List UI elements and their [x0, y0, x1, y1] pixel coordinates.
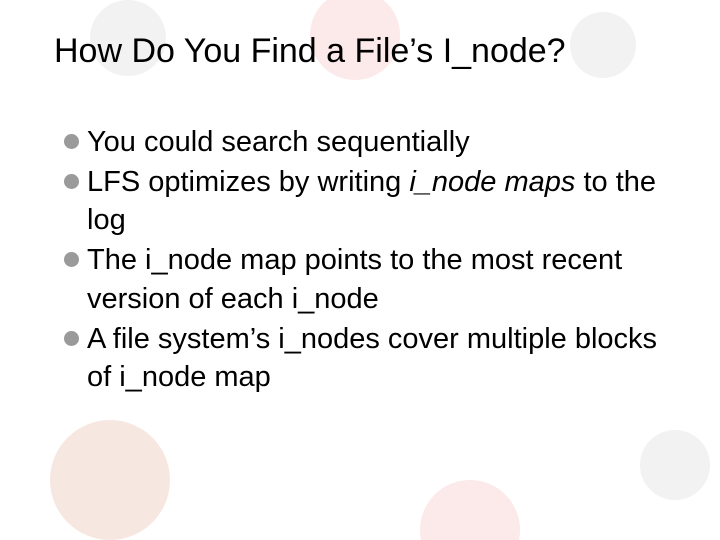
list-item-text: You could search sequentially	[87, 123, 670, 161]
list-item-text: The i_node map points to the most recent…	[87, 241, 670, 318]
list-item: The i_node map points to the most recent…	[64, 241, 670, 318]
bullet-icon	[64, 331, 79, 346]
list-item-text: LFS optimizes by writing i_node maps to …	[87, 163, 670, 240]
bg-circle-icon	[420, 480, 520, 540]
bg-circle-icon	[50, 420, 170, 540]
bullet-list: You could search sequentially LFS optimi…	[54, 123, 670, 397]
list-item: A file system’s i_nodes cover multiple b…	[64, 320, 670, 397]
bullet-icon	[64, 134, 79, 149]
list-item: LFS optimizes by writing i_node maps to …	[64, 163, 670, 240]
list-item-text: A file system’s i_nodes cover multiple b…	[87, 320, 670, 397]
slide-content: How Do You Find a File’s I_node? You cou…	[0, 0, 720, 396]
bg-circle-icon	[640, 430, 710, 500]
list-item: You could search sequentially	[64, 123, 670, 161]
slide-title: How Do You Find a File’s I_node?	[54, 30, 670, 73]
bullet-icon	[64, 252, 79, 267]
bullet-icon	[64, 174, 79, 189]
